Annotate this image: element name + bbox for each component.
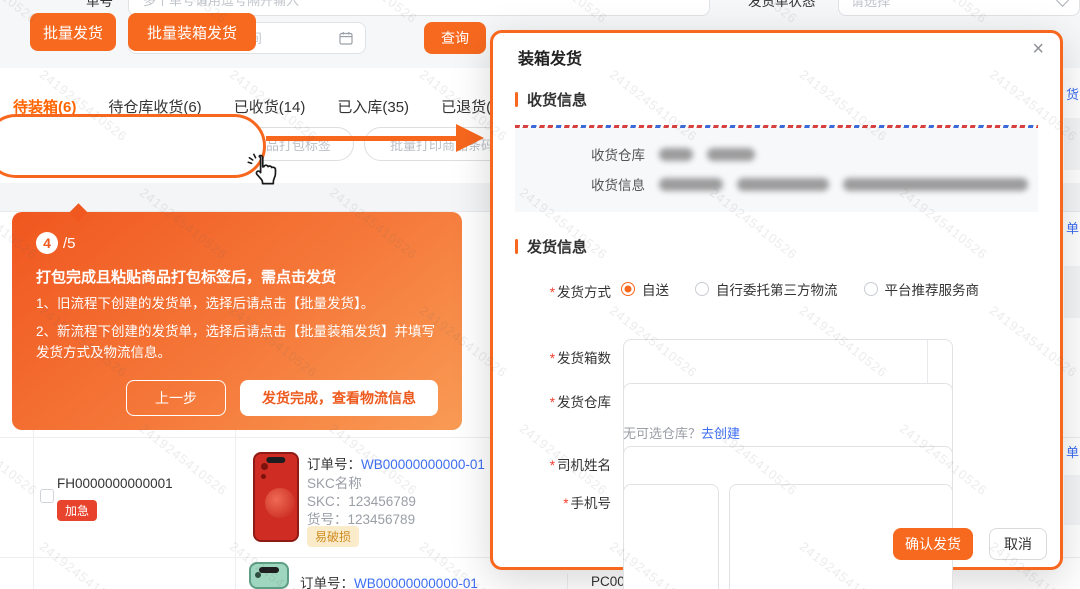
section-bar <box>515 239 518 254</box>
redacted-value <box>843 177 1028 191</box>
hand-cursor-icon <box>247 153 277 185</box>
tab-in-warehouse[interactable]: 已入库(35) <box>337 96 409 117</box>
order-no-input[interactable] <box>141 0 697 9</box>
method-radio-group: 自送 自行委托第三方物流 平台推荐服务商 <box>621 279 979 299</box>
tab-received[interactable]: 已收货(14) <box>234 96 306 117</box>
radio-platform-provider[interactable]: 平台推荐服务商 <box>863 279 979 299</box>
previous-step-button[interactable]: 上一步 <box>126 379 226 416</box>
chevron-down-icon <box>1056 0 1069 7</box>
urgent-badge: 加急 <box>57 500 98 521</box>
receive-info-box: 收货仓库 收货信息 <box>515 128 1038 212</box>
driver-label: * 司机姓名 <box>549 458 611 473</box>
create-warehouse-link[interactable]: 去创建 <box>701 426 740 441</box>
ship-section-title: 发货信息 <box>527 239 588 256</box>
warehouse-helper: 无可选仓库？去创建 <box>623 426 741 441</box>
page: 单号 发货单状态 请选择 发货时间 查询 待装箱(6) 待仓库收货(6) 已收货… <box>0 0 1080 589</box>
item-no: 货号：123456789 <box>307 512 416 527</box>
method-label: * 发货方式 <box>549 285 611 300</box>
modal-title: 装箱发货 <box>518 51 583 68</box>
order-no-label: 订单号： <box>307 457 361 472</box>
calendar-icon <box>339 32 353 45</box>
section-bar <box>515 92 518 107</box>
phone-code-select[interactable]: +86(大陆) <box>623 484 719 589</box>
step-total: /5 <box>63 234 76 252</box>
edge-link-fragment[interactable]: 单 <box>1066 218 1079 237</box>
guide-title: 打包完成且粘贴商品打包标签后，需点击发货 <box>36 269 337 286</box>
order-no-link[interactable]: WB00000000000-01 <box>354 576 478 589</box>
fragile-badge: 易破损 <box>307 526 360 547</box>
radio-third-party[interactable]: 自行委托第三方物流 <box>695 279 838 299</box>
warehouse-label: * 发货仓库 <box>549 395 611 410</box>
close-icon[interactable]: × <box>1032 39 1044 59</box>
cancel-button[interactable]: 取消 <box>989 528 1047 560</box>
order-no-line: 订单号：WB00000000000-01 <box>307 453 485 473</box>
receive-section-title: 收货信息 <box>527 92 588 109</box>
batch-box-ship-button[interactable]: 批量装箱发货 <box>128 13 256 51</box>
order-no-line: 订单号：WB00000000000-01 <box>300 572 478 589</box>
boxes-label: * 发货箱数 <box>549 351 611 366</box>
edge-link-fragment[interactable]: 货 <box>1066 84 1079 103</box>
receive-warehouse-label: 收货仓库 <box>591 148 645 163</box>
receive-info-label: 收货信息 <box>591 178 645 193</box>
phone-label: * 手机号 <box>563 496 611 511</box>
product-image-red-phone <box>247 452 305 544</box>
radio-self-delivery[interactable]: 自送 <box>621 279 669 299</box>
status-select[interactable]: 请选择 <box>838 0 1080 16</box>
shipment-no: FH0000000000001 <box>57 476 173 491</box>
search-button[interactable]: 查询 <box>424 22 486 54</box>
status-select-value: 请选择 <box>851 0 891 9</box>
status-label: 发货单状态 <box>748 0 816 9</box>
batch-ship-button[interactable]: 批量发货 <box>30 13 116 51</box>
order-no-label: 订单号： <box>300 576 354 589</box>
redacted-value <box>737 177 829 191</box>
skc-code: SKC：123456789 <box>307 494 416 509</box>
radio-icon <box>863 282 878 296</box>
redacted-value <box>659 177 723 191</box>
order-no-label: 单号 <box>86 0 113 9</box>
pack-ship-modal: 装箱发货 × 收货信息 收货仓库 收货信息 发货信息 * 发货方式 自送 自行委… <box>490 30 1063 589</box>
ship-done-button[interactable]: 发货完成，查看物流信息 <box>240 379 438 416</box>
guide-arrow-head <box>456 124 484 152</box>
order-no-link[interactable]: WB00000000000-01 <box>361 457 485 472</box>
redacted-value <box>707 147 755 161</box>
confirm-ship-button[interactable]: 确认发货 <box>893 528 973 560</box>
skc-name: SKC名称 <box>307 476 362 491</box>
redacted-value <box>659 147 693 161</box>
receive-section-header: 收货信息 <box>515 89 587 110</box>
edge-link-fragment[interactable]: 单 <box>1066 442 1079 461</box>
guide-tooltip: 4 /5 打包完成且粘贴商品打包标签后，需点击发货 1、旧流程下创建的发货单，选… <box>12 203 462 430</box>
guide-arrow <box>266 136 458 141</box>
guide-line-2: 2、新流程下创建的发货单，选择后请点击【批量装箱发货】并填写发货方式及物流信息。 <box>36 323 436 361</box>
radio-selected-icon <box>621 282 635 296</box>
product-image-green-phone <box>247 562 291 589</box>
row-checkbox[interactable] <box>40 489 54 503</box>
radio-icon <box>695 282 709 296</box>
guide-spotlight <box>0 114 266 178</box>
guide-line-1: 1、旧流程下创建的发货单，选择后请点击【批量发货】。 <box>36 296 375 311</box>
step-number: 4 <box>36 232 58 254</box>
ship-section-header: 发货信息 <box>515 236 587 257</box>
